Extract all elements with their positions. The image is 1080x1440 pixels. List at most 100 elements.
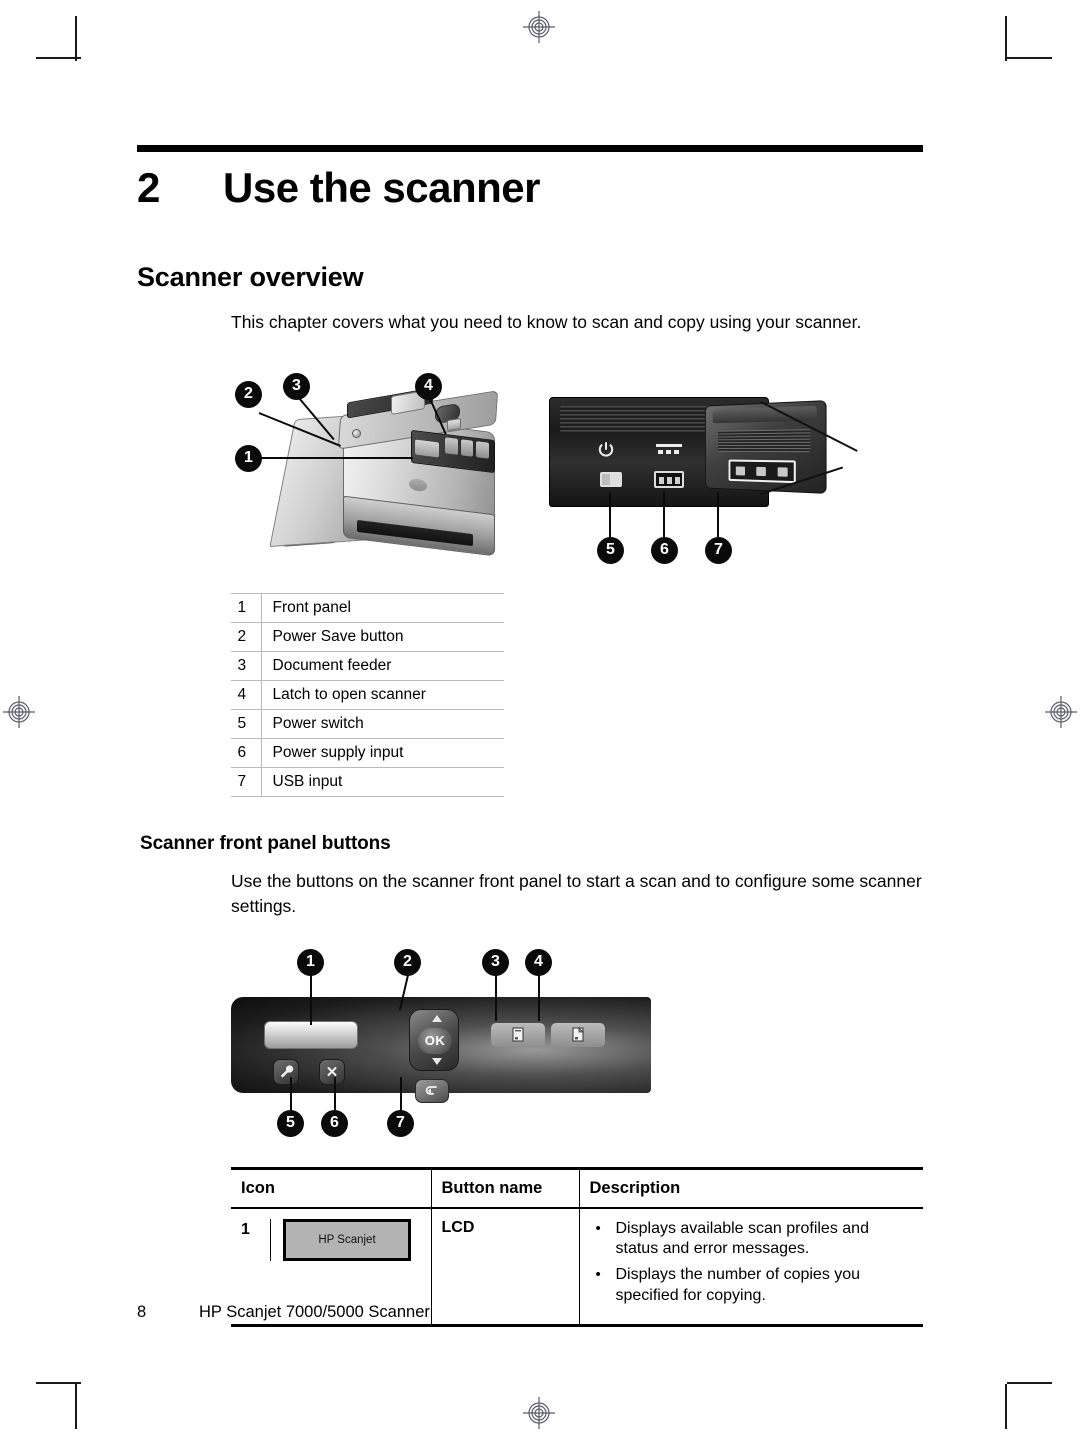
fp-callout-4: 4 — [525, 948, 552, 976]
fp-callout-7: 7 — [387, 1109, 414, 1137]
figure-front-panel: OK ✕ 1 2 3 4 5 6 7 — [231, 945, 923, 1145]
back-button — [415, 1078, 449, 1103]
table-row: 4 Latch to open scanner — [231, 680, 504, 710]
registration-mark-left — [3, 696, 35, 728]
part-number: 7 — [231, 767, 262, 797]
subsection-title: Scanner front panel buttons — [140, 832, 391, 854]
part-number: 2 — [231, 622, 262, 652]
description-bullet-list: Displays available scan profiles and sta… — [590, 1219, 914, 1307]
cell-description: Displays available scan profiles and sta… — [579, 1207, 923, 1327]
rear-port-highlight-box — [728, 459, 796, 484]
callout-4: 4 — [415, 372, 442, 400]
table-row: 1 Front panel — [231, 592, 504, 623]
registration-mark-right — [1045, 696, 1077, 728]
column-header-description: Description — [579, 1166, 923, 1209]
row-number: 1 — [241, 1218, 271, 1261]
lcd-thumbnail: HP Scanjet — [283, 1218, 411, 1261]
callout-6: 6 — [651, 536, 678, 564]
scanner-panel-lcd — [415, 439, 439, 458]
crop-mark-top-right-h — [1007, 57, 1052, 59]
part-label: USB input — [261, 767, 504, 797]
scanner-latch-tab — [447, 417, 461, 431]
leader-line-6 — [663, 491, 665, 537]
column-header-icon: Icon — [231, 1166, 432, 1209]
callout-1: 1 — [235, 444, 262, 472]
power-switch-rocker — [600, 471, 622, 487]
fp-leader-line-3 — [495, 974, 497, 1021]
leader-line-1 — [257, 456, 413, 459]
registration-mark-bottom — [523, 1397, 555, 1429]
lcd-display — [264, 1020, 358, 1049]
section-title: Scanner overview — [137, 262, 364, 292]
scan-duplex-button — [551, 1022, 605, 1047]
part-number: 4 — [231, 680, 262, 710]
dc-power-icon — [656, 443, 682, 454]
arrow-down-icon — [432, 1057, 442, 1065]
table-row: 3 Document feeder — [231, 651, 504, 681]
registration-mark-top — [523, 11, 555, 43]
scan-simplex-button — [491, 1022, 545, 1047]
leader-line-5 — [609, 491, 611, 537]
part-number: 5 — [231, 709, 262, 739]
part-label: Document feeder — [261, 651, 504, 681]
fp-leader-line-4 — [538, 974, 540, 1021]
chapter-number: 2 — [137, 164, 160, 211]
part-label: Power Save button — [261, 622, 504, 652]
section-intro: This chapter covers what you need to kno… — [231, 312, 862, 332]
part-label: Front panel — [261, 592, 504, 623]
table-header-row: Icon Button name Description — [231, 1166, 923, 1209]
fp-callout-1: 1 — [297, 948, 324, 976]
chapter-heading: 2 Use the scanner — [137, 164, 923, 212]
power-save-button — [352, 428, 361, 438]
crop-mark-bottom-right-v — [1005, 1384, 1007, 1429]
ok-button: OK — [418, 1027, 452, 1054]
part-number: 3 — [231, 651, 262, 681]
power-symbol-icon — [598, 441, 614, 457]
chapter-rule — [137, 145, 923, 152]
page-content: 2 Use the scanner Scanner overview This … — [137, 145, 923, 1327]
callout-3: 3 — [283, 372, 310, 400]
fp-callout-2: 2 — [394, 948, 421, 976]
page-footer: 8 HP Scanjet 7000/5000 Scanner — [137, 1303, 430, 1322]
leader-line-7 — [717, 491, 719, 537]
parts-list-table: 1 Front panel 2 Power Save button 3 Docu… — [231, 592, 504, 797]
power-supply-input-jack — [654, 470, 684, 488]
cell-button-name: LCD — [431, 1207, 580, 1327]
fp-leader-line-7 — [400, 1076, 402, 1111]
crop-mark-bottom-right-h — [1007, 1382, 1052, 1384]
fp-leader-line-1 — [310, 974, 312, 1025]
duplex-page-icon — [572, 1027, 584, 1042]
crop-mark-top-left-v — [75, 16, 77, 61]
fp-callout-3: 3 — [482, 948, 509, 976]
fp-callout-5: 5 — [277, 1109, 304, 1137]
simplex-page-icon — [512, 1027, 524, 1042]
subsection-intro: Use the buttons on the scanner front pan… — [231, 870, 922, 916]
table-row: 5 Power switch — [231, 709, 504, 739]
crop-mark-top-right-v — [1005, 16, 1007, 61]
back-arrow-icon — [425, 1085, 437, 1095]
crop-mark-bottom-left-v — [75, 1384, 77, 1429]
scan-buttons-group — [491, 1022, 605, 1047]
fp-leader-line-6 — [334, 1076, 336, 1111]
list-item: Displays available scan profiles and sta… — [590, 1219, 914, 1261]
callout-2: 2 — [235, 380, 262, 408]
part-label: Power supply input — [261, 738, 504, 768]
list-item: Displays the number of copies you specif… — [590, 1265, 914, 1307]
column-header-button-name: Button name — [431, 1166, 580, 1209]
rear-grill — [717, 429, 811, 453]
fp-callout-6: 6 — [321, 1109, 348, 1137]
cancel-button: ✕ — [319, 1058, 345, 1085]
navigation-pad: OK — [409, 1008, 459, 1071]
tools-button — [273, 1058, 299, 1085]
figure-scanner-overview: 2 3 4 1 5 6 7 — [231, 367, 923, 577]
part-label: Power switch — [261, 709, 504, 739]
arrow-up-icon — [432, 1014, 442, 1022]
front-panel-photo: OK ✕ — [231, 996, 651, 1103]
table-row: 7 USB input — [231, 767, 504, 797]
fp-leader-line-5 — [290, 1076, 292, 1111]
footer-page-number: 8 — [137, 1303, 147, 1321]
callout-7: 7 — [705, 536, 732, 564]
part-label: Latch to open scanner — [261, 680, 504, 710]
footer-product-name: HP Scanjet 7000/5000 Scanner — [199, 1303, 430, 1321]
table-row: 6 Power supply input — [231, 738, 504, 768]
